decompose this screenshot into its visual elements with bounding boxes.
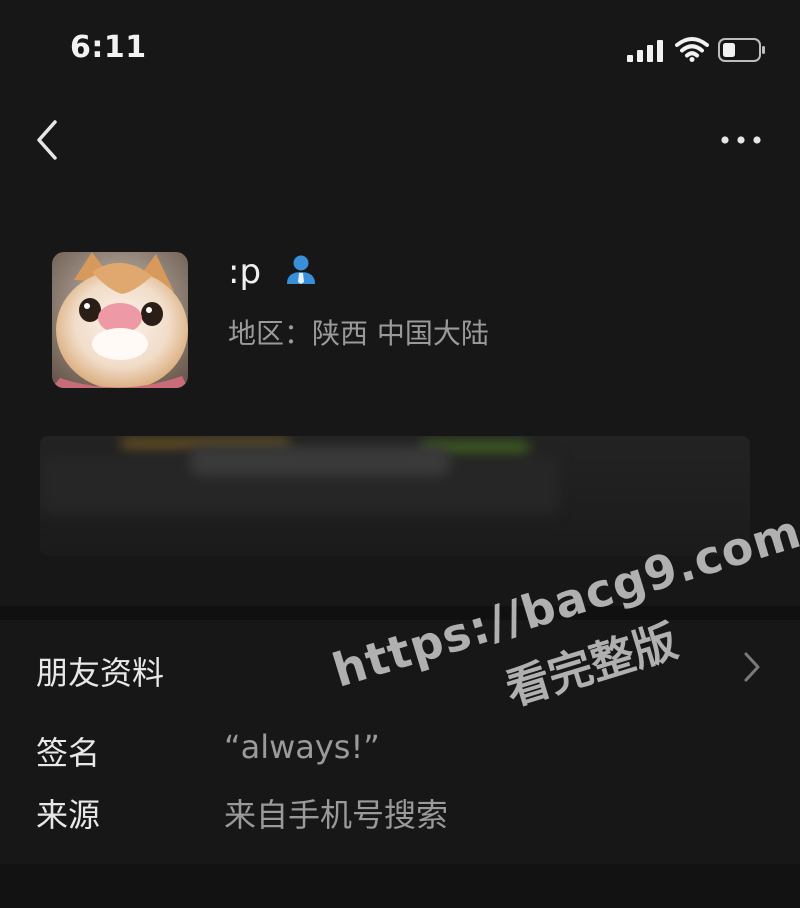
section-divider-bottom — [0, 864, 800, 908]
friend-info-label: 朋友资料 — [36, 654, 165, 692]
cellular-signal-icon — [627, 40, 663, 62]
section-divider — [0, 606, 800, 620]
nickname: :p — [228, 252, 262, 292]
status-time: 6:11 — [70, 30, 147, 65]
blurred-content-area — [40, 436, 750, 556]
avatar[interactable] — [52, 252, 188, 388]
chevron-right-icon — [744, 652, 760, 682]
region-value: 陕西 中国大陆 — [312, 317, 489, 350]
source-value: 来自手机号搜索 — [224, 796, 449, 834]
wifi-icon — [675, 37, 709, 62]
person-badge-icon — [287, 255, 315, 284]
signature-label: 签名 — [36, 734, 101, 772]
chevron-left-icon[interactable] — [34, 118, 60, 162]
cat-avatar-image — [52, 252, 188, 388]
region-label: 地区： — [228, 317, 313, 350]
battery-icon — [718, 38, 765, 62]
signature-value: “always!” — [224, 728, 380, 766]
source-label: 来源 — [36, 796, 101, 834]
region-info: 地区：陕西 中国大陆 — [228, 312, 489, 352]
more-horizontal-icon[interactable] — [720, 132, 762, 148]
